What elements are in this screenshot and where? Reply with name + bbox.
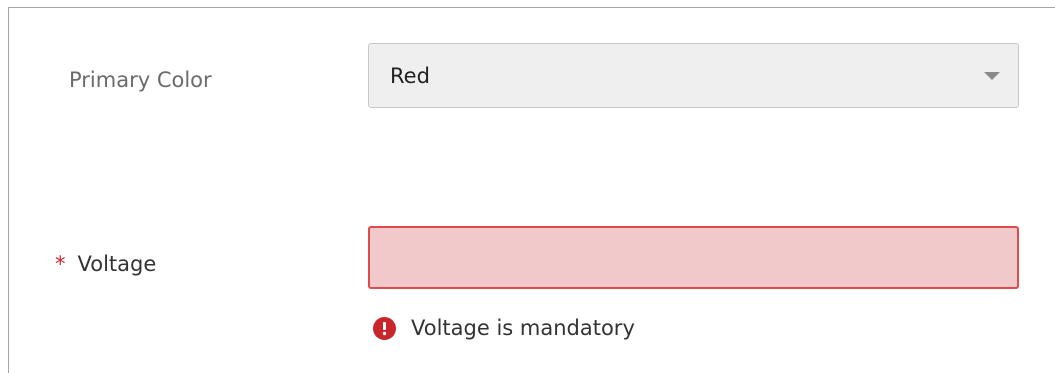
voltage-error-message: Voltage is mandatory bbox=[373, 314, 635, 342]
voltage-error-text: Voltage is mandatory bbox=[411, 316, 635, 340]
chevron-down-icon bbox=[984, 72, 1000, 80]
voltage-input[interactable] bbox=[368, 226, 1019, 289]
primary-color-select[interactable]: Red bbox=[368, 43, 1019, 108]
required-indicator: * bbox=[55, 252, 66, 276]
voltage-label-text: Voltage bbox=[77, 252, 157, 276]
form-panel: Primary Color Red * Voltage Voltage is ma… bbox=[8, 7, 1055, 373]
error-icon bbox=[373, 316, 396, 340]
primary-color-label: Primary Color bbox=[69, 68, 212, 92]
voltage-label: * Voltage bbox=[55, 251, 156, 277]
primary-color-selected-value: Red bbox=[390, 64, 430, 88]
